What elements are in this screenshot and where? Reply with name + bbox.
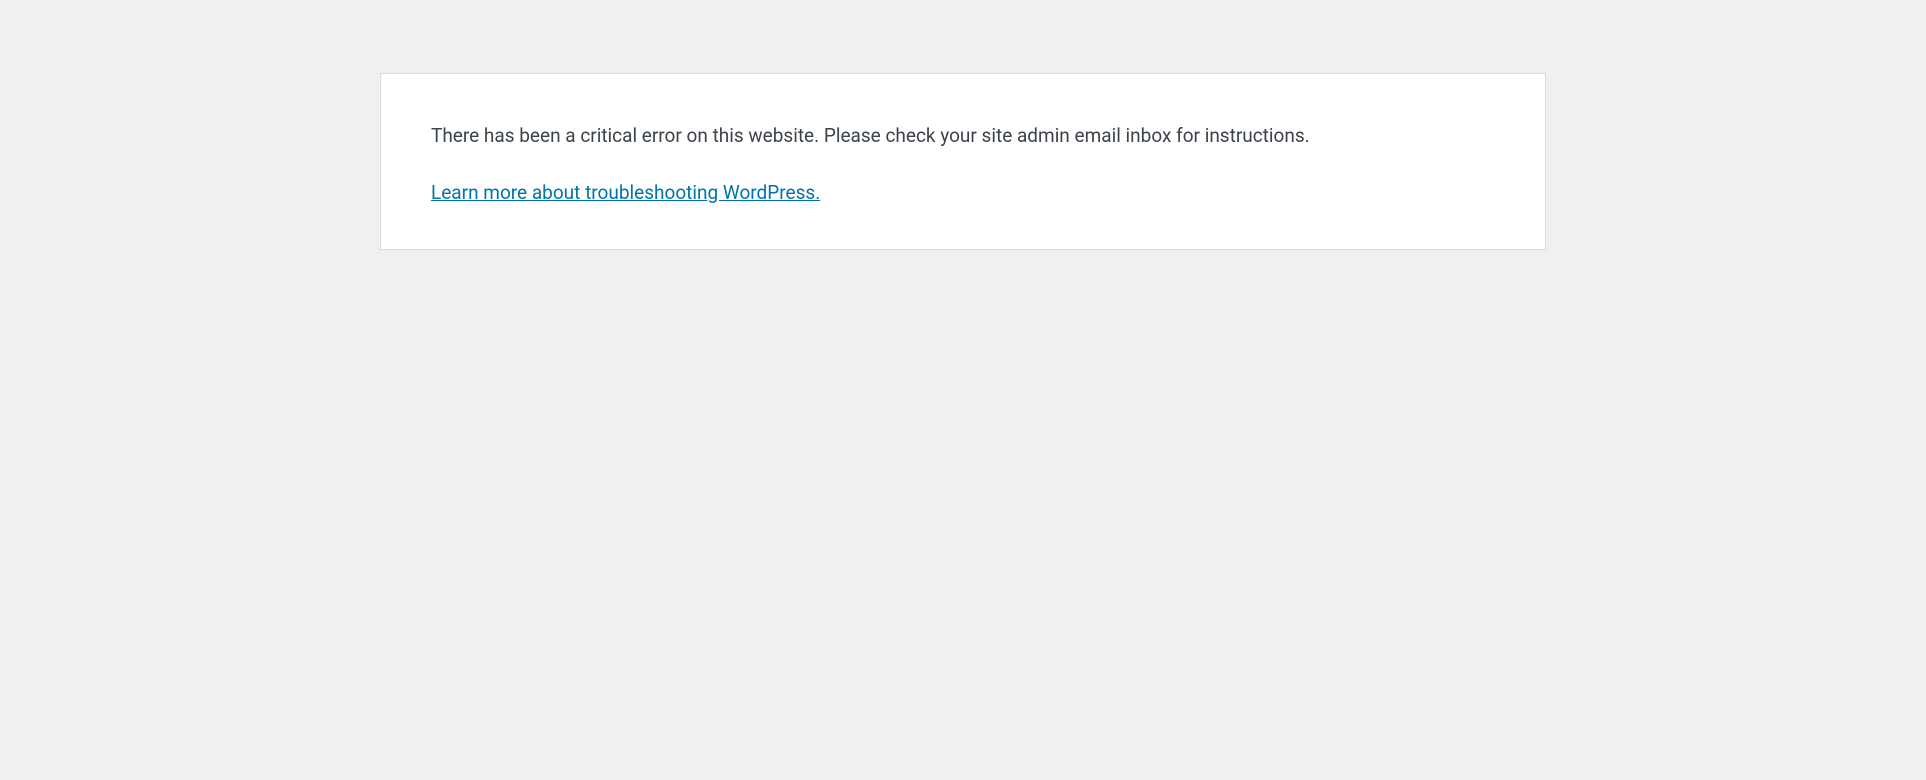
error-message-text: There has been a critical error on this … <box>431 122 1495 151</box>
error-container: There has been a critical error on this … <box>380 73 1546 250</box>
troubleshooting-link[interactable]: Learn more about troubleshooting WordPre… <box>431 181 820 204</box>
